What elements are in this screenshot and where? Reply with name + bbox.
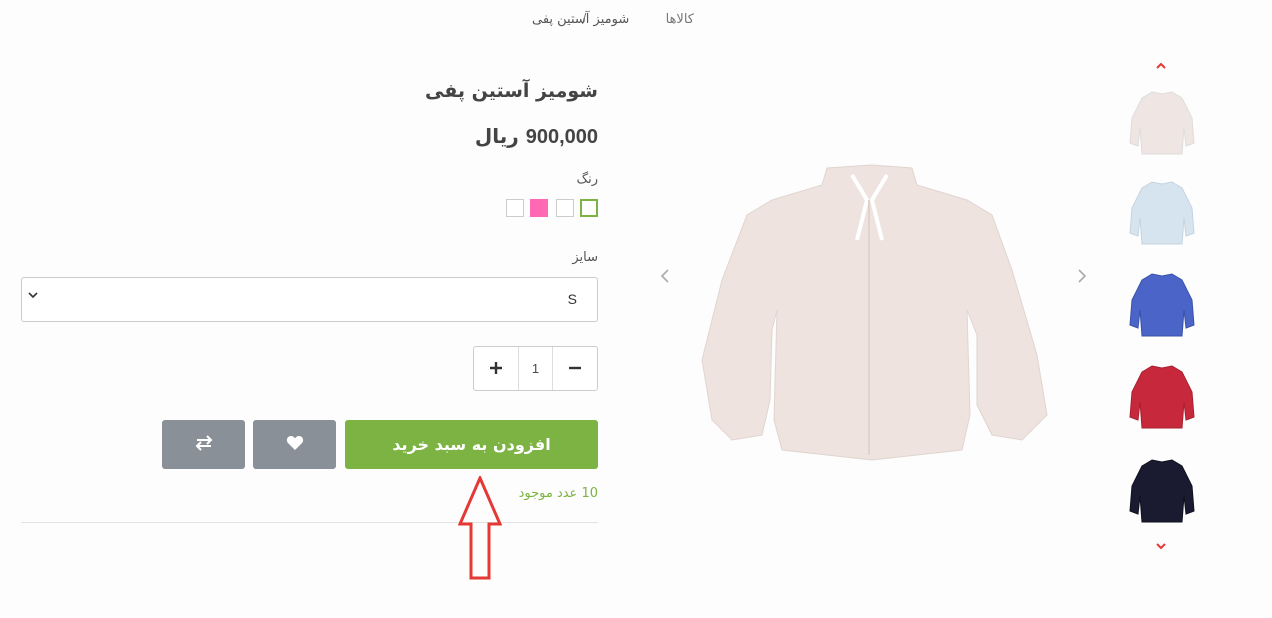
plus-icon bbox=[489, 356, 503, 381]
add-to-cart-button[interactable]: افزودن به سبد خرید bbox=[345, 420, 598, 469]
color-label: رنگ bbox=[576, 172, 598, 187]
breadcrumb-item-products[interactable]: کالاها bbox=[666, 12, 694, 27]
chevron-down-icon bbox=[28, 288, 38, 304]
thumbnail-light-blue-shirt[interactable] bbox=[1122, 178, 1202, 250]
thumbnail-cream-shirt[interactable] bbox=[1122, 88, 1202, 160]
color-swatch-4[interactable] bbox=[506, 199, 524, 217]
thumbnails-up-arrow[interactable] bbox=[1155, 58, 1167, 74]
size-select-value: S bbox=[567, 291, 577, 307]
thumbnail-navy-shirt[interactable] bbox=[1122, 456, 1202, 528]
compare-button[interactable] bbox=[162, 420, 245, 469]
increase-quantity-button[interactable] bbox=[474, 347, 518, 390]
main-product-image bbox=[692, 160, 1054, 466]
price-number: 900,000 bbox=[525, 126, 598, 148]
price-unit: ریال bbox=[474, 124, 519, 148]
product-price: 900,000 ریال bbox=[475, 124, 598, 149]
minus-icon bbox=[568, 356, 582, 381]
thumbnails-down-arrow[interactable] bbox=[1155, 540, 1167, 556]
product-title: شومیز آستین پفی bbox=[424, 80, 598, 102]
divider bbox=[21, 522, 598, 523]
decrease-quantity-button[interactable] bbox=[553, 347, 597, 390]
thumbnail-red-shirt[interactable] bbox=[1122, 362, 1202, 434]
size-label: سایز bbox=[572, 250, 598, 265]
breadcrumb: کالاها / شومیز آستین پفی bbox=[532, 12, 702, 32]
prev-image-arrow[interactable] bbox=[660, 268, 670, 287]
thumbnail-blue-shirt[interactable] bbox=[1122, 270, 1202, 342]
color-swatch-pink[interactable] bbox=[530, 199, 548, 217]
breadcrumb-item-current[interactable]: شومیز آستین پفی bbox=[532, 12, 629, 27]
color-swatch-2[interactable] bbox=[556, 199, 574, 217]
heart-icon bbox=[286, 435, 304, 455]
compare-arrows-icon bbox=[194, 434, 214, 455]
stock-status: 10 عدد موجود bbox=[518, 486, 598, 501]
next-image-arrow[interactable] bbox=[1077, 268, 1087, 287]
quantity-stepper: 1 bbox=[473, 346, 598, 391]
quantity-value[interactable]: 1 bbox=[518, 347, 553, 390]
color-swatch-1[interactable] bbox=[580, 199, 598, 217]
wishlist-button[interactable] bbox=[253, 420, 336, 469]
annotation-up-arrow bbox=[457, 474, 503, 580]
size-select[interactable]: S bbox=[21, 277, 598, 322]
